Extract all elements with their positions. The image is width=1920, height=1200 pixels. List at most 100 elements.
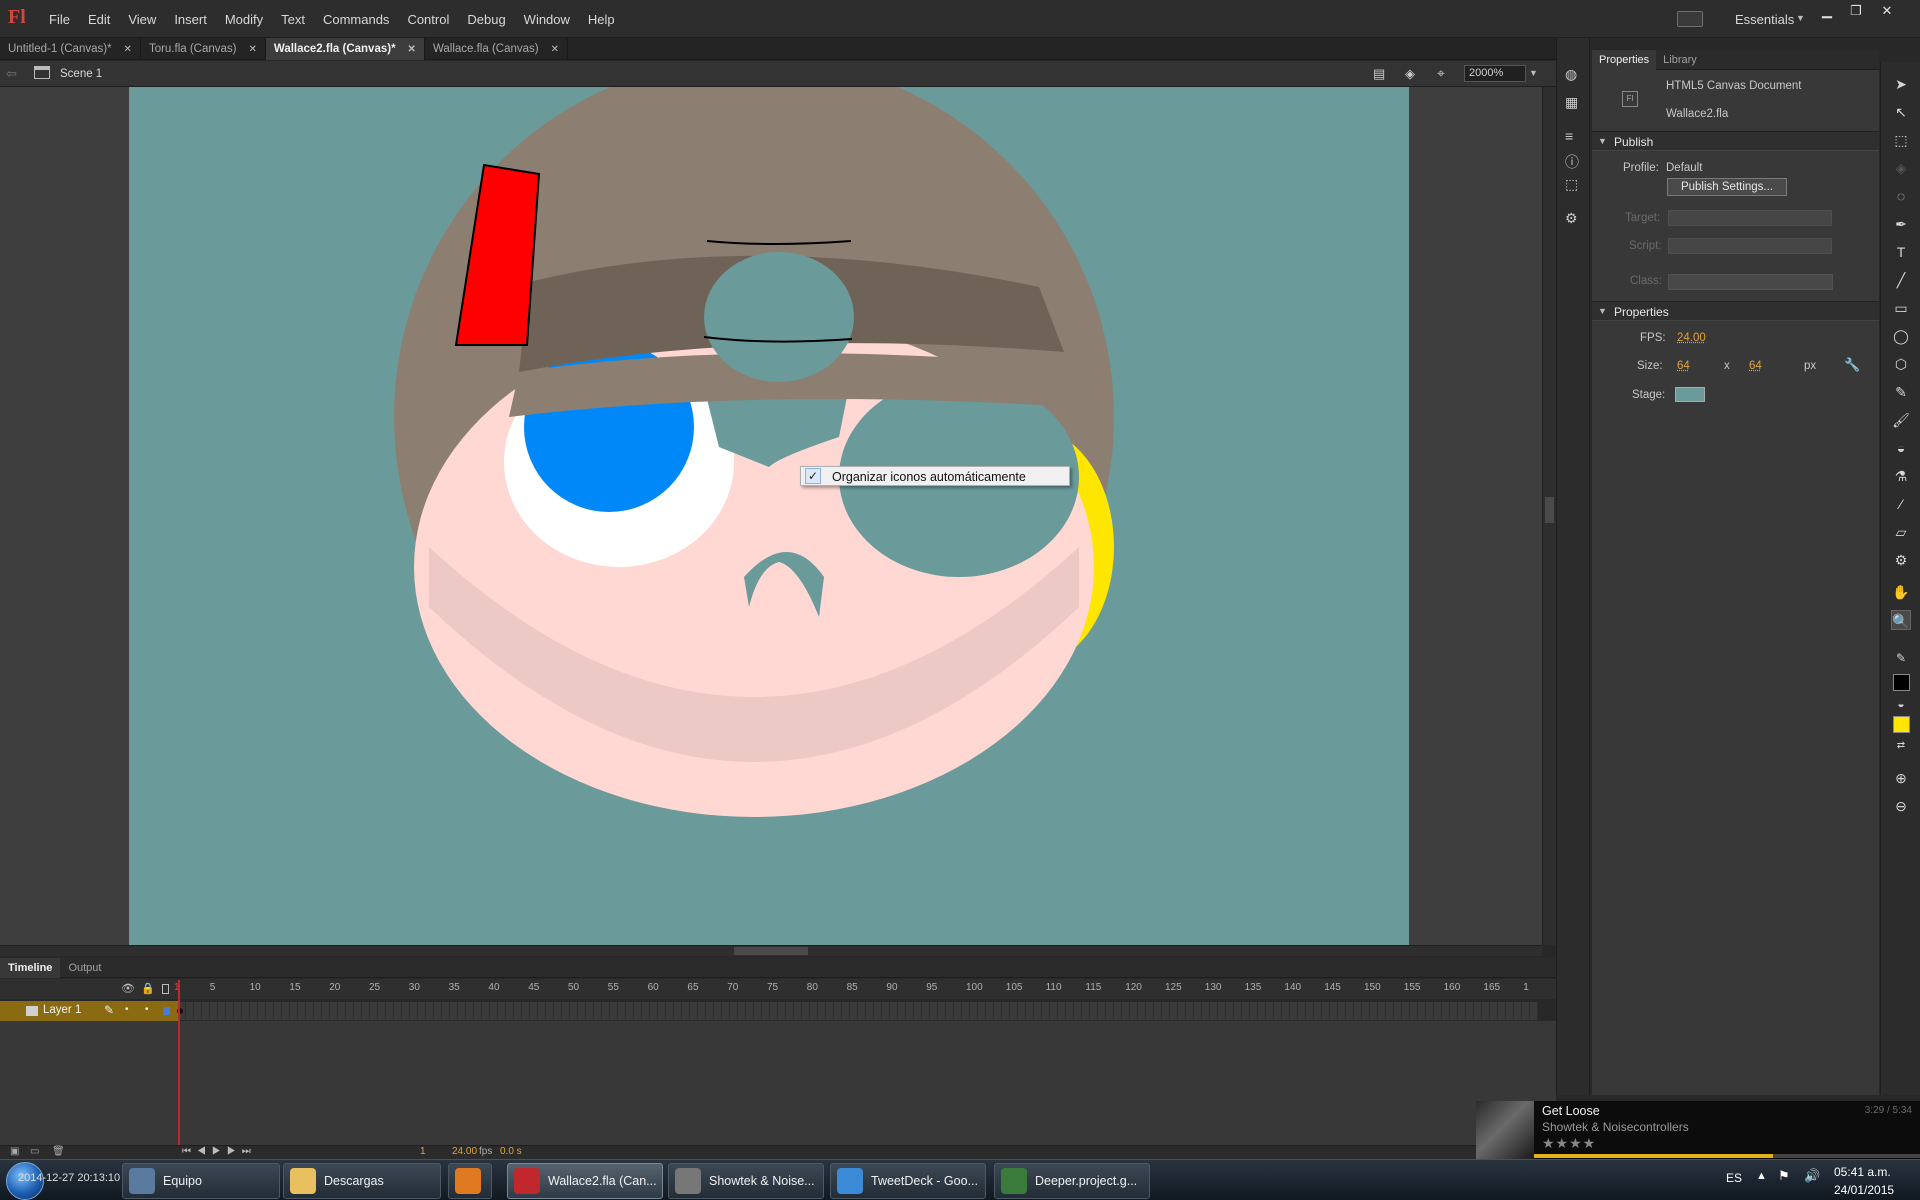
align-icon[interactable]: ≡ — [1565, 128, 1573, 144]
menu-insert[interactable]: Insert — [165, 12, 216, 27]
menu-commands[interactable]: Commands — [314, 12, 398, 27]
publish-settings-button[interactable]: Publish Settings... — [1667, 178, 1787, 196]
oval-tool-icon[interactable]: ◯ — [1891, 326, 1911, 346]
scroll-thumb[interactable] — [734, 947, 808, 955]
rectangle-tool-icon[interactable]: ▭ — [1891, 298, 1911, 318]
components-icon[interactable]: ⚙ — [1565, 210, 1578, 227]
layer-name[interactable]: Layer 1 — [43, 1004, 81, 1016]
height-input[interactable]: 64 — [1749, 360, 1762, 372]
pencil-tool-icon[interactable]: ✎ — [1891, 382, 1911, 402]
tab-timeline[interactable]: Timeline — [0, 958, 61, 978]
edit-scene-icon[interactable]: ▤ — [1373, 66, 1385, 82]
transform-icon[interactable]: ⬚ — [1565, 176, 1578, 193]
timeline-fps[interactable]: 24.00 — [452, 1146, 477, 1157]
menu-text[interactable]: Text — [272, 12, 314, 27]
menu-debug[interactable]: Debug — [458, 12, 514, 27]
language-indicator[interactable]: ES — [1726, 1171, 1742, 1185]
menu-help[interactable]: Help — [579, 12, 624, 27]
scene-name[interactable]: Scene 1 — [60, 68, 102, 80]
info-icon[interactable]: ⓘ — [1565, 152, 1579, 172]
brush-tool-icon[interactable]: 🖌 — [1891, 410, 1911, 430]
lock-icon[interactable]: 🔒 — [141, 982, 155, 995]
taskbar-button[interactable]: Wallace2.fla (Can... — [507, 1163, 663, 1199]
vertical-scrollbar[interactable] — [1542, 87, 1556, 945]
doc-tab[interactable]: Wallace.fla (Canvas) ✕ — [425, 38, 568, 60]
lasso-tool-icon[interactable]: ◌ — [1891, 186, 1911, 206]
doc-tab-active[interactable]: Wallace2.fla (Canvas)* ✕ — [265, 38, 425, 60]
fps-input[interactable]: 24.00 — [1677, 332, 1706, 344]
playhead[interactable] — [178, 980, 180, 1145]
menu-window[interactable]: Window — [515, 12, 579, 27]
zoom-out-icon[interactable]: ⊖ — [1891, 796, 1911, 816]
line-tool-icon[interactable]: ╱ — [1891, 270, 1911, 290]
context-menu-item[interactable]: Organizar iconos automáticamente — [832, 470, 1026, 484]
outline-icon[interactable] — [162, 984, 169, 994]
layer-color-icon[interactable] — [163, 1007, 170, 1015]
color-icon[interactable]: ◍ — [1565, 66, 1577, 83]
new-layer-icon[interactable]: ▣ — [10, 1146, 19, 1157]
scroll-thumb[interactable] — [1545, 497, 1554, 523]
free-transform-tool-icon[interactable]: ⬚ — [1891, 130, 1911, 150]
fill-color-swatch[interactable] — [1893, 716, 1910, 733]
hand-tool-icon[interactable]: ✋ — [1891, 582, 1911, 602]
close-icon[interactable]: ✕ — [249, 44, 257, 55]
workspace-switcher[interactable]: Essentials — [1735, 12, 1794, 27]
ink-bottle-tool-icon[interactable]: ⚗ — [1891, 466, 1911, 486]
volume-icon[interactable]: 🔊 — [1804, 1168, 1820, 1184]
delete-icon[interactable]: 🗑 — [52, 1146, 65, 1157]
taskbar-button[interactable]: Descargas — [283, 1163, 441, 1199]
swatches-icon[interactable]: ▦ — [1565, 94, 1578, 111]
menu-control[interactable]: Control — [398, 12, 458, 27]
tab-library[interactable]: Library — [1656, 50, 1704, 70]
paint-bucket-tool-icon[interactable]: ◒ — [1891, 438, 1911, 458]
selection-tool-icon[interactable]: ➤ — [1891, 74, 1911, 94]
back-arrow-icon[interactable]: ⇦ — [6, 66, 17, 82]
elapsed-time[interactable]: 0.0 s — [500, 1146, 522, 1157]
center-stage-icon[interactable]: ⌖ — [1437, 65, 1445, 82]
close-icon[interactable]: ✕ — [124, 44, 132, 55]
visible-dot-icon[interactable]: • — [125, 1004, 129, 1015]
eye-icon[interactable]: 👁 — [121, 982, 135, 995]
menu-file[interactable]: File — [40, 12, 79, 27]
doc-name[interactable]: Wallace2.fla — [1666, 108, 1728, 120]
playback-controls[interactable]: ⏮◀▶▶⏭ — [182, 1146, 257, 1157]
rating-stars[interactable]: ★★★★ — [1542, 1135, 1596, 1152]
sync-settings-icon[interactable] — [1677, 11, 1703, 27]
taskbar-button[interactable]: Showtek & Noise... — [668, 1163, 824, 1199]
wrench-icon[interactable]: 🔧 — [1844, 357, 1860, 373]
section-publish[interactable]: Publish — [1592, 131, 1879, 151]
eraser-tool-icon[interactable]: ▱ — [1891, 522, 1911, 542]
polystar-tool-icon[interactable]: ⬡ — [1891, 354, 1911, 374]
close-icon[interactable]: ✕ — [408, 44, 416, 55]
text-tool-icon[interactable]: T — [1891, 242, 1911, 262]
chevron-down-icon[interactable]: ▼ — [1529, 68, 1538, 78]
zoom-tool-icon[interactable]: 🔍 — [1891, 610, 1911, 630]
taskbar-button[interactable]: Deeper.project.g... — [994, 1163, 1150, 1199]
tab-properties[interactable]: Properties — [1592, 50, 1657, 70]
eyedropper-tool-icon[interactable]: ⁄ — [1891, 494, 1911, 514]
chevron-up-icon[interactable]: ▲ — [1756, 1170, 1767, 1182]
frames-track[interactable] — [178, 1002, 1538, 1020]
menu-modify[interactable]: Modify — [216, 12, 272, 27]
stage-color-swatch[interactable] — [1675, 387, 1705, 402]
subselection-tool-icon[interactable]: ↖ — [1891, 102, 1911, 122]
taskbar-button[interactable]: Equipo — [122, 1163, 280, 1199]
edit-symbol-icon[interactable]: ◈ — [1405, 66, 1415, 82]
menu-view[interactable]: View — [119, 12, 165, 27]
stroke-color-swatch[interactable] — [1893, 674, 1910, 691]
pen-tool-icon[interactable]: ✒ — [1891, 214, 1911, 234]
doc-tab[interactable]: Untitled-1 (Canvas)* ✕ — [0, 38, 141, 60]
track-progress[interactable] — [1534, 1154, 1920, 1158]
swap-colors-icon[interactable]: ⇄ — [1891, 736, 1911, 756]
zoom-in-icon[interactable]: ⊕ — [1891, 768, 1911, 788]
horizontal-scrollbar[interactable] — [0, 945, 1542, 956]
zoom-input[interactable]: 2000% — [1464, 65, 1526, 82]
layer-row[interactable]: Layer 1 ✎ • • — [0, 1001, 178, 1021]
doc-tab[interactable]: Toru.fla (Canvas) ✕ — [141, 38, 266, 60]
frame-ruler[interactable]: 1 5 10 15 20 25 30 35 40 45 50 55 60 65 70 75 80 85 90 95 10… — [174, 979, 1538, 999]
action-center-icon[interactable]: ⚑ — [1778, 1168, 1790, 1184]
current-frame[interactable]: 1 — [420, 1146, 426, 1157]
new-folder-icon[interactable]: ▭ — [30, 1146, 39, 1157]
lock-dot-icon[interactable]: • — [145, 1004, 149, 1015]
width-input[interactable]: 64 — [1677, 360, 1690, 372]
